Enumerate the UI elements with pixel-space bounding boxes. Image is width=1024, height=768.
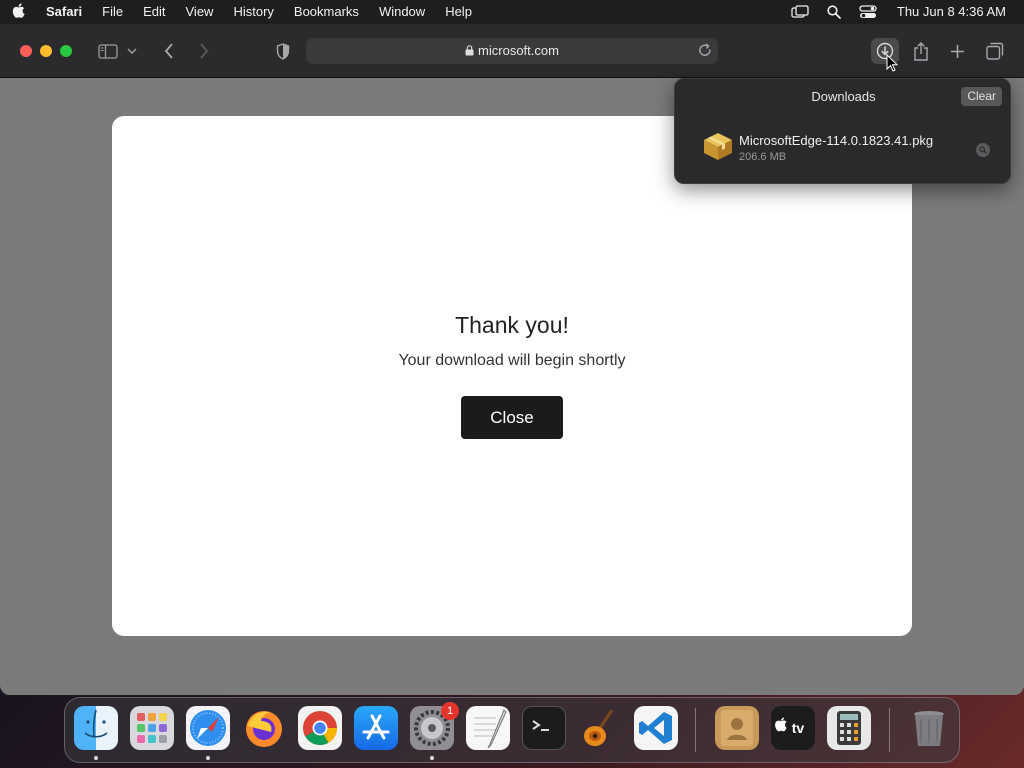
running-indicator xyxy=(94,756,98,760)
menu-file[interactable]: File xyxy=(92,0,133,24)
dock: 1 tv xyxy=(64,697,960,763)
reload-icon[interactable] xyxy=(698,43,712,63)
menu-help[interactable]: Help xyxy=(435,0,482,24)
dock-finder-icon[interactable] xyxy=(74,706,118,750)
menu-bookmarks[interactable]: Bookmarks xyxy=(284,0,369,24)
dock-apple-tv-icon[interactable]: tv xyxy=(771,706,815,750)
dock-safari-icon[interactable] xyxy=(186,706,230,750)
dock-contacts-icon[interactable] xyxy=(715,706,759,750)
chevron-down-icon[interactable] xyxy=(123,38,141,64)
download-size: 206.6 MB xyxy=(739,151,787,163)
download-filename[interactable]: MicrosoftEdge-114.0.1823.41.pkg xyxy=(739,133,933,148)
menu-bar: Safari File Edit View History Bookmarks … xyxy=(0,0,1024,24)
running-indicator xyxy=(430,756,434,760)
minimize-window-button[interactable] xyxy=(40,45,52,57)
apple-tv-label: tv xyxy=(792,720,805,736)
dialog-subtitle: Your download will begin shortly xyxy=(398,352,626,369)
sidebar-toggle-icon[interactable] xyxy=(95,38,121,64)
running-indicator xyxy=(206,756,210,760)
close-window-button[interactable] xyxy=(20,45,32,57)
dock-textedit-icon[interactable] xyxy=(466,706,510,750)
browser-toolbar: microsoft.com xyxy=(0,24,1024,78)
dock-app-store-icon[interactable] xyxy=(354,706,398,750)
dock-terminal-icon[interactable] xyxy=(522,706,566,750)
tab-overview-icon[interactable] xyxy=(982,38,1008,64)
desktop: Safari File Edit View History Bookmarks … xyxy=(0,0,1024,768)
menu-view[interactable]: View xyxy=(176,0,224,24)
menu-app-name[interactable]: Safari xyxy=(36,0,92,24)
dock-firefox-icon[interactable] xyxy=(242,706,286,750)
zoom-window-button[interactable] xyxy=(60,45,72,57)
menu-history[interactable]: History xyxy=(223,0,283,24)
clear-downloads-button[interactable]: Clear xyxy=(961,87,1002,106)
dialog-title: Thank you! xyxy=(455,312,569,338)
menu-edit[interactable]: Edit xyxy=(133,0,175,24)
dock-launchpad-icon[interactable] xyxy=(130,706,174,750)
screen-mirroring-icon[interactable] xyxy=(783,5,817,19)
apple-menu-icon[interactable] xyxy=(0,2,36,22)
notification-badge: 1 xyxy=(441,702,459,720)
dock-calculator-icon[interactable] xyxy=(827,706,871,750)
mouse-pointer-icon xyxy=(886,53,899,77)
url-text: microsoft.com xyxy=(478,43,559,58)
lock-icon xyxy=(465,39,474,65)
privacy-shield-icon[interactable] xyxy=(270,38,296,64)
package-icon xyxy=(702,131,734,166)
dock-trash-icon[interactable] xyxy=(907,706,951,750)
dock-chrome-icon[interactable] xyxy=(298,706,342,750)
spotlight-search-icon[interactable] xyxy=(817,5,851,19)
menu-window[interactable]: Window xyxy=(369,0,435,24)
dock-separator xyxy=(889,708,890,752)
control-center-icon[interactable] xyxy=(851,5,885,19)
magnifier-icon[interactable] xyxy=(976,143,990,157)
dock-separator xyxy=(695,708,696,752)
dock-vscode-icon[interactable] xyxy=(634,706,678,750)
menubar-clock[interactable]: Thu Jun 8 4:36 AM xyxy=(885,0,1024,24)
downloads-popover: Downloads Clear MicrosoftEdge-114.0.1823… xyxy=(674,78,1011,184)
share-icon[interactable] xyxy=(908,38,934,64)
dock-garageband-icon[interactable] xyxy=(578,706,622,750)
back-arrow-icon[interactable] xyxy=(156,38,182,64)
close-button[interactable]: Close xyxy=(461,396,563,439)
new-tab-icon[interactable] xyxy=(944,38,970,64)
thank-you-dialog: Thank you! Your download will begin shor… xyxy=(112,116,912,636)
address-bar[interactable]: microsoft.com xyxy=(306,38,718,64)
forward-arrow-icon[interactable] xyxy=(191,38,217,64)
